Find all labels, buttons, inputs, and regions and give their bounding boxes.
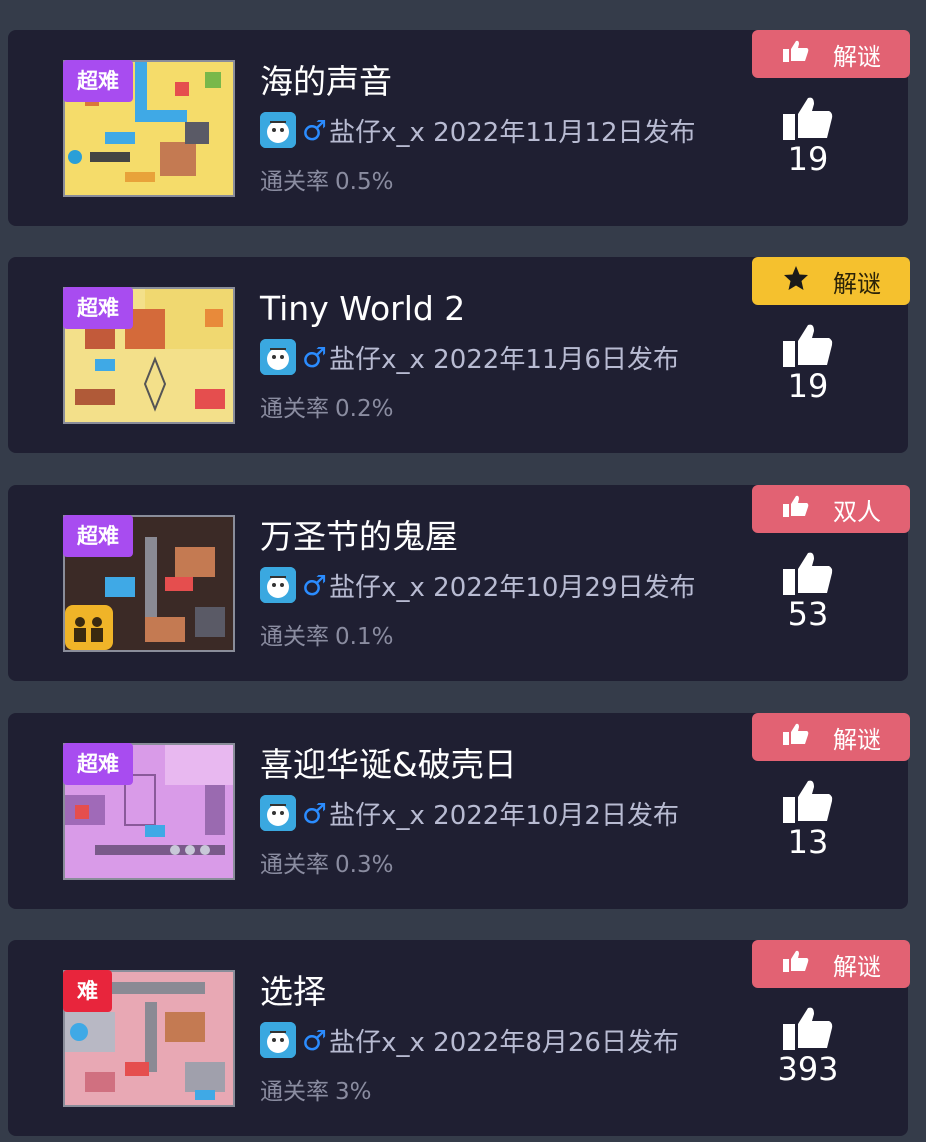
like-counter[interactable]: 19 xyxy=(768,323,848,403)
level-card[interactable]: 难 选择 ♂ 盐仔x_x 2022年8月26日发布 通关率 3% 解谜 393 xyxy=(8,940,910,1136)
like-thumb-icon xyxy=(783,97,833,140)
difficulty-badge: 超难 xyxy=(63,743,133,785)
category-label: 双人 xyxy=(833,497,881,526)
like-count: 13 xyxy=(787,823,829,861)
author-avatar[interactable] xyxy=(260,1022,296,1058)
difficulty-badge: 超难 xyxy=(63,287,133,329)
level-title[interactable]: 喜迎华诞&破壳日 xyxy=(260,745,517,785)
pass-rate-value: 0.3% xyxy=(335,852,394,878)
like-count: 19 xyxy=(787,140,829,178)
gender-male-icon: ♂ xyxy=(302,1023,328,1057)
pass-rate-label: 通关率 xyxy=(260,852,329,878)
pass-rate-value: 3% xyxy=(335,1079,372,1105)
like-counter[interactable]: 19 xyxy=(768,96,848,176)
pass-rate-label: 通关率 xyxy=(260,624,329,650)
thumb-up-icon xyxy=(781,495,811,523)
category-label: 解谜 xyxy=(833,725,881,754)
level-title[interactable]: 选择 xyxy=(260,972,326,1012)
pass-rate: 通关率 0.1% xyxy=(260,617,393,651)
pass-rate-label: 通关率 xyxy=(260,1079,329,1105)
gender-male-icon: ♂ xyxy=(302,568,328,602)
author-row: ♂ 盐仔x_x 2022年11月12日发布 xyxy=(260,110,695,150)
category-tag: 解谜 xyxy=(752,30,910,78)
level-card[interactable]: 超难 海的声音 ♂ 盐仔x_x 2022年11月12日发布 通关率 0.5% 解谜… xyxy=(8,30,910,226)
gender-male-icon: ♂ xyxy=(302,796,328,830)
author-and-date: 盐仔x_x 2022年10月2日发布 xyxy=(329,800,679,831)
pass-rate: 通关率 3% xyxy=(260,1072,372,1106)
like-thumb-icon xyxy=(783,552,833,595)
like-thumb-icon xyxy=(783,780,833,823)
like-counter[interactable]: 393 xyxy=(768,1006,848,1086)
pass-rate: 通关率 0.2% xyxy=(260,389,393,423)
author-avatar[interactable] xyxy=(260,339,296,375)
pass-rate: 通关率 0.5% xyxy=(260,162,393,196)
category-label: 解谜 xyxy=(833,42,881,71)
author-avatar[interactable] xyxy=(260,112,296,148)
thumb-up-icon xyxy=(781,950,811,978)
author-and-date: 盐仔x_x 2022年8月26日发布 xyxy=(329,1027,679,1058)
level-title[interactable]: Tiny World 2 xyxy=(260,289,465,329)
category-tag: 解谜 xyxy=(752,713,910,761)
category-label: 解谜 xyxy=(833,952,881,981)
category-label: 解谜 xyxy=(833,269,881,298)
like-count: 53 xyxy=(787,595,829,633)
category-tag: 解谜 xyxy=(752,257,910,305)
author-and-date: 盐仔x_x 2022年11月6日发布 xyxy=(329,344,679,375)
pass-rate-value: 0.5% xyxy=(335,169,394,195)
difficulty-badge: 超难 xyxy=(63,60,133,102)
pass-rate-label: 通关率 xyxy=(260,169,329,195)
difficulty-badge: 难 xyxy=(63,970,112,1012)
category-tag: 双人 xyxy=(752,485,910,533)
difficulty-badge: 超难 xyxy=(63,515,133,557)
like-counter[interactable]: 53 xyxy=(768,551,848,631)
author-and-date: 盐仔x_x 2022年10月29日发布 xyxy=(329,572,696,603)
pass-rate-value: 0.2% xyxy=(335,396,394,422)
author-avatar[interactable] xyxy=(260,795,296,831)
level-card[interactable]: 超难 喜迎华诞&破壳日 ♂ 盐仔x_x 2022年10月2日发布 通关率 0.3%… xyxy=(8,713,910,909)
pass-rate: 通关率 0.3% xyxy=(260,845,393,879)
like-count: 393 xyxy=(777,1050,839,1088)
author-row: ♂ 盐仔x_x 2022年11月6日发布 xyxy=(260,337,679,377)
gender-male-icon: ♂ xyxy=(302,340,328,374)
author-row: ♂ 盐仔x_x 2022年8月26日发布 xyxy=(260,1020,679,1060)
level-title[interactable]: 海的声音 xyxy=(260,62,392,102)
level-card[interactable]: 超难 万圣节的鬼屋 ♂ 盐仔x_x 2022年10月29日发布 通关率 0.1% … xyxy=(8,485,910,681)
level-card[interactable]: 超难 Tiny World 2 ♂ 盐仔x_x 2022年11月6日发布 通关率… xyxy=(8,257,910,453)
thumb-up-icon xyxy=(781,40,811,68)
pass-rate-value: 0.1% xyxy=(335,624,394,650)
category-tag: 解谜 xyxy=(752,940,910,988)
author-and-date: 盐仔x_x 2022年11月12日发布 xyxy=(329,117,696,148)
level-title[interactable]: 万圣节的鬼屋 xyxy=(260,517,458,557)
author-avatar[interactable] xyxy=(260,567,296,603)
like-thumb-icon xyxy=(783,324,833,367)
like-thumb-icon xyxy=(783,1007,833,1050)
author-row: ♂ 盐仔x_x 2022年10月29日发布 xyxy=(260,565,695,605)
author-row: ♂ 盐仔x_x 2022年10月2日发布 xyxy=(260,793,679,833)
like-count: 19 xyxy=(787,367,829,405)
thumb-up-icon xyxy=(781,723,811,751)
like-counter[interactable]: 13 xyxy=(768,779,848,859)
pass-rate-label: 通关率 xyxy=(260,396,329,422)
gender-male-icon: ♂ xyxy=(302,113,328,147)
star-icon xyxy=(781,265,811,297)
